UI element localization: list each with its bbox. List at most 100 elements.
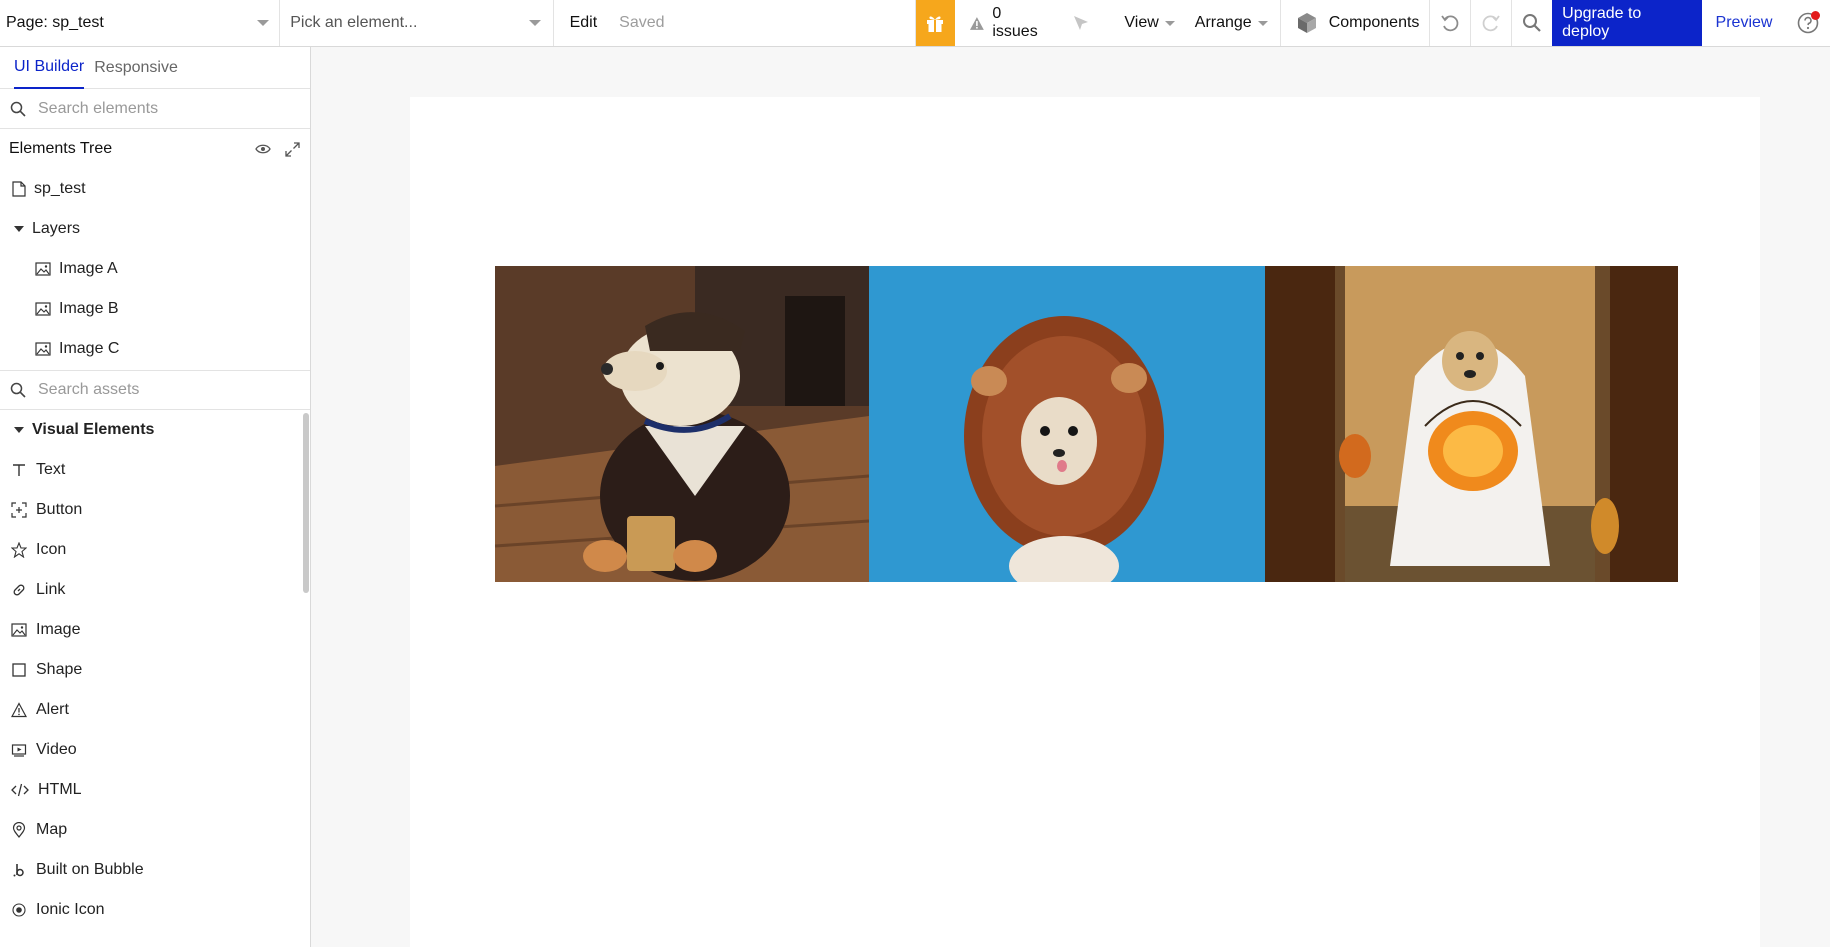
tab-responsive[interactable]: Responsive [94,47,178,89]
square-icon [12,663,26,677]
chihuahua-lion-illustration [869,266,1265,582]
visual-element-label: Icon [36,541,67,558]
undo-icon [1441,15,1459,32]
text-icon [13,464,25,476]
visual-element-image[interactable]: Image [0,610,310,650]
ionic-icon [12,903,26,917]
chevron-down-icon [1164,20,1175,26]
visual-element-label: Ionic Icon [36,901,105,918]
search-assets-field[interactable]: Search assets [0,370,310,410]
eye-icon[interactable] [255,143,271,155]
visual-element-map[interactable]: Map [0,810,310,850]
visual-element-label: Button [36,501,83,518]
layers-label: Layers [32,220,81,237]
visual-element-video[interactable]: Video [0,730,310,770]
visual-element-label: Text [36,461,66,478]
visual-element-label: Map [36,821,68,838]
image-c[interactable] [1265,266,1678,582]
search-elements-field[interactable]: Search elements [0,89,310,129]
visual-element-label: Shape [36,661,83,678]
caret-down-icon [14,226,24,232]
gift-button[interactable] [915,0,955,46]
notification-dot [1811,11,1820,20]
visual-element-label: Built on Bubble [36,861,144,878]
visual-element-shape[interactable]: Shape [0,650,310,690]
search-button[interactable] [1512,0,1553,46]
redo-button[interactable] [1471,0,1512,46]
layer-item-label: Image C [59,340,120,357]
visual-element-icon[interactable]: Icon [0,530,310,570]
chevron-down-icon [1257,20,1268,26]
elements-tree-title: Elements Tree [9,140,113,157]
page-icon [12,181,26,197]
expand-icon[interactable] [285,141,300,157]
issues-indicator[interactable]: 0 issues [955,0,1067,46]
view-menu-label: View [1124,14,1159,31]
visual-element-button[interactable]: Button [0,490,310,530]
caret-down-icon [14,427,24,433]
layer-item-image-c[interactable]: Image C [0,329,310,369]
layer-item-image-b[interactable]: Image B [0,289,310,329]
issues-count: 0 issues [992,5,1038,40]
tab-ui-builder[interactable]: UI Builder [14,47,85,89]
visual-element-html[interactable]: HTML [0,770,310,810]
tree-page-label: sp_test [34,180,86,197]
cursor-arrow-icon [1074,16,1089,30]
visual-element-text[interactable]: Text [0,450,310,490]
components-button[interactable]: Components [1281,0,1431,46]
visual-element-label: Link [36,581,66,598]
visual-element-label: Alert [36,701,69,718]
alert-icon [11,702,27,718]
gift-icon [927,16,944,32]
preview-button[interactable]: Preview [1702,0,1787,46]
arrange-menu[interactable]: Arrange [1185,0,1281,46]
visual-element-link[interactable]: Link [0,570,310,610]
help-button[interactable] [1786,0,1830,46]
layer-item-label: Image A [59,260,118,277]
element-selector-placeholder: Pick an element... [290,14,418,31]
layer-item-image-a[interactable]: Image A [0,249,310,289]
sidebar-tabs: UI Builder Responsive [0,47,310,89]
visual-elements-toggle[interactable]: Visual Elements [0,410,310,450]
left-sidebar: UI Builder Responsive Search elements El… [0,47,311,947]
visual-element-built-on-bubble[interactable]: Built on Bubble [0,850,310,890]
tree-page-item[interactable]: sp_test [0,169,310,209]
code-icon [11,783,29,797]
visual-elements-label: Visual Elements [32,421,155,438]
image-icon [35,262,51,276]
image-icon [35,342,51,356]
page-selector[interactable]: Page: sp_test [0,0,281,46]
visual-element-alert[interactable]: Alert [0,690,310,730]
visual-element-label: Image [36,621,81,638]
view-menu[interactable]: View [1114,0,1184,46]
sidebar-scrollbar[interactable] [303,413,309,593]
element-selector[interactable]: Pick an element... [280,0,554,46]
dog-ghost-illustration [1265,266,1678,582]
image-b[interactable] [869,266,1265,582]
layers-toggle[interactable]: Layers [0,209,310,249]
search-assets-placeholder: Search assets [38,381,140,398]
cube-icon [1297,13,1316,33]
upgrade-label: Upgrade to deploy [1562,5,1642,40]
image-a[interactable] [495,266,869,582]
elements-tree-header: Elements Tree [0,129,310,169]
undo-button[interactable] [1430,0,1471,46]
saved-status: Saved [619,14,665,31]
components-label: Components [1328,14,1420,31]
link-icon [13,584,25,596]
chevron-down-icon [528,20,541,26]
image-icon [11,623,27,637]
layer-item-label: Image B [59,300,119,317]
inspect-button[interactable] [1066,0,1114,46]
button-icon [11,502,27,518]
redo-icon [1482,15,1500,32]
visual-element-label: Video [36,741,77,758]
video-icon [11,744,27,757]
visual-element-ionic-icon[interactable]: Ionic Icon [0,890,310,930]
dog-ups-illustration [495,266,869,582]
edit-button[interactable]: Edit [570,14,598,32]
warning-icon [969,16,984,30]
search-icon [10,101,26,117]
upgrade-to-deploy-button[interactable]: Upgrade to deploy [1552,0,1702,46]
image-icon [35,302,51,316]
